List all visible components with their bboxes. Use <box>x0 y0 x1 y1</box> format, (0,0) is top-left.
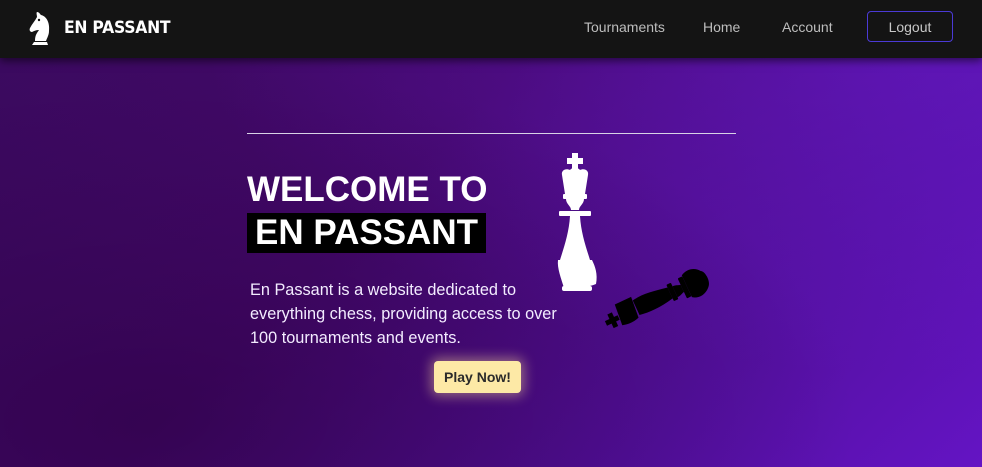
hero-divider <box>247 133 736 134</box>
knight-logo-icon <box>28 11 52 45</box>
hero-title-welcome: WELCOME TO <box>247 170 488 209</box>
logout-button[interactable]: Logout <box>867 11 953 42</box>
nav-link-account[interactable]: Account <box>782 19 833 35</box>
chess-kings-illustration <box>548 148 748 338</box>
white-king-icon <box>557 153 597 291</box>
play-now-button[interactable]: Play Now! <box>434 361 521 393</box>
nav-link-home[interactable]: Home <box>703 19 740 35</box>
fallen-black-king-icon <box>604 269 709 329</box>
top-navbar: EN PASSANT Tournaments Home Account Logo… <box>0 0 982 58</box>
hero-background <box>0 0 982 467</box>
hero-description: En Passant is a website dedicated to eve… <box>250 281 557 347</box>
brand[interactable]: EN PASSANT <box>28 10 180 46</box>
nav-link-tournaments[interactable]: Tournaments <box>584 19 665 35</box>
brand-name: EN PASSANT <box>64 18 171 38</box>
hero-title-brand: EN PASSANT <box>247 213 486 253</box>
